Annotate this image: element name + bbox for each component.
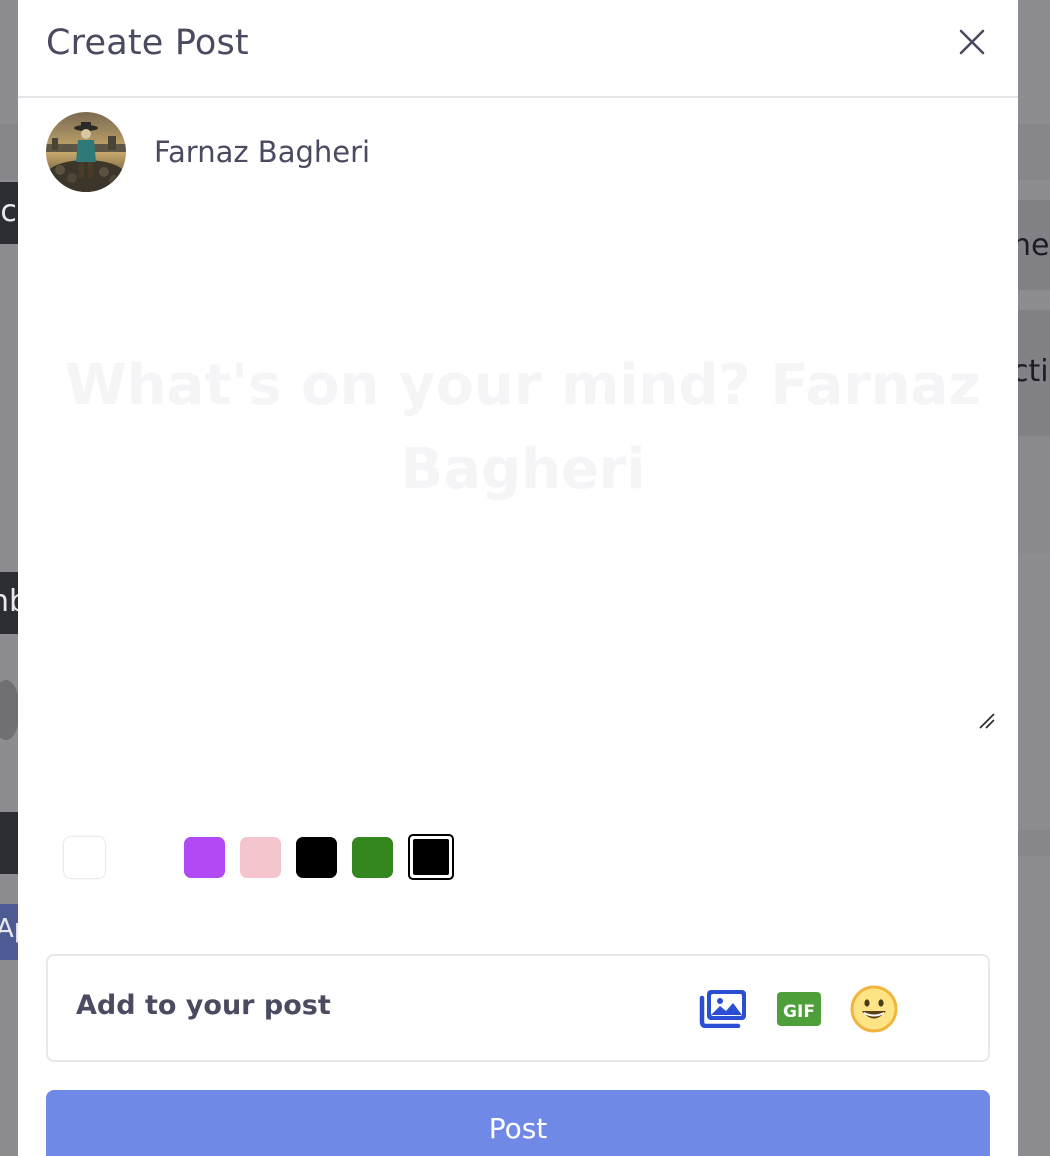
- add-to-post-bar: Add to your post GIF: [46, 954, 990, 1062]
- post-button[interactable]: Post: [46, 1090, 990, 1156]
- resize-handle-icon[interactable]: [978, 712, 996, 730]
- user-info: Farnaz Bagheri: [46, 112, 370, 192]
- close-icon: [959, 29, 985, 55]
- modal-title: Create Post: [46, 23, 249, 63]
- post-textarea[interactable]: What's on your mind? Farnaz Bagheri: [46, 232, 1000, 732]
- background-text: ic: [0, 194, 17, 229]
- user-name: Farnaz Bagheri: [154, 135, 371, 169]
- photo-gallery-icon[interactable]: [698, 988, 748, 1028]
- svg-text:GIF: GIF: [783, 1002, 815, 1022]
- color-swatch-black-selected[interactable]: [408, 834, 454, 880]
- gif-icon[interactable]: GIF: [777, 992, 821, 1026]
- color-swatch-green[interactable]: [352, 837, 393, 878]
- avatar: [46, 112, 126, 192]
- smiley-emoji-icon[interactable]: [849, 984, 899, 1034]
- modal-header: Create Post: [18, 0, 1018, 98]
- background-band: [1016, 830, 1050, 856]
- color-swatch-black[interactable]: [296, 837, 337, 878]
- close-button[interactable]: [956, 26, 988, 58]
- color-swatch-white[interactable]: [64, 837, 105, 878]
- create-post-modal: Create Post Farnaz Bagheri What's on you…: [18, 0, 1018, 1156]
- add-to-post-label: Add to your post: [76, 990, 331, 1021]
- background-card: [1016, 436, 1050, 554]
- textarea-placeholder: What's on your mind? Farnaz Bagheri: [64, 353, 982, 502]
- color-swatch-purple[interactable]: [184, 837, 225, 878]
- color-swatch-pink[interactable]: [240, 837, 281, 878]
